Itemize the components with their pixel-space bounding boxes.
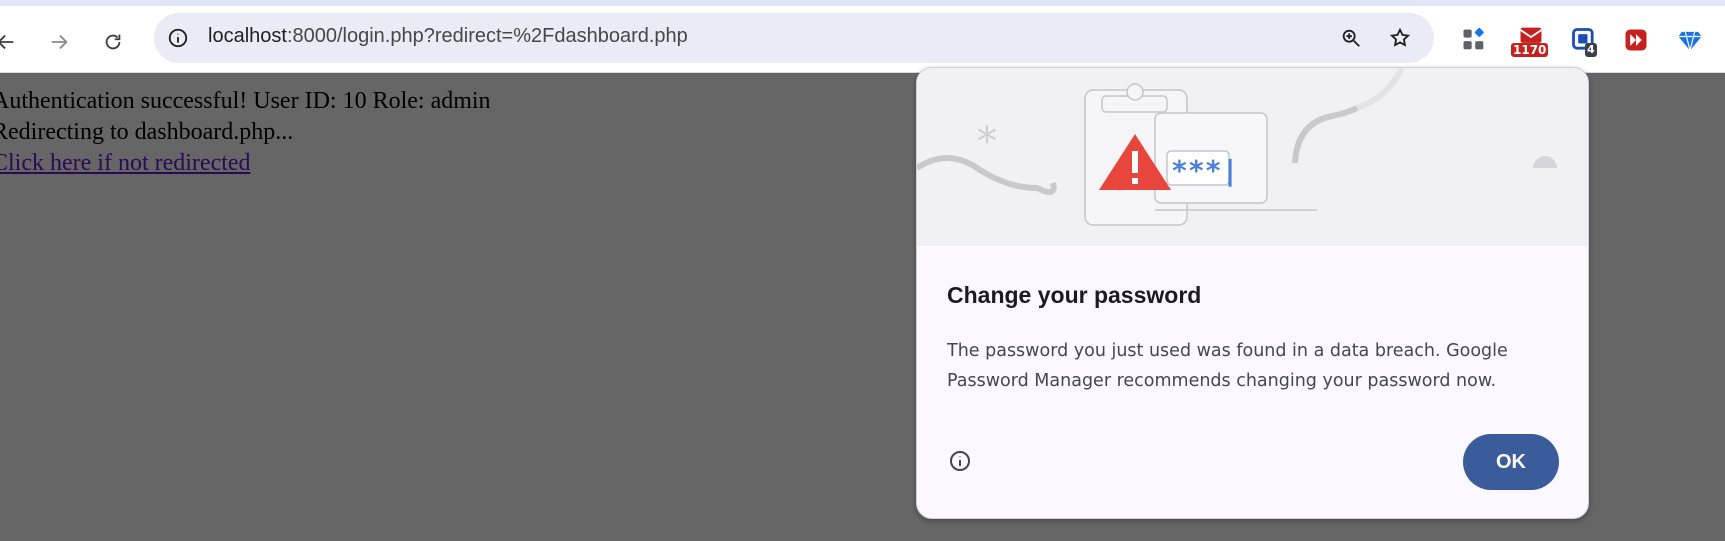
- extension-mail-button[interactable]: 1170: [1510, 23, 1552, 57]
- url-text[interactable]: localhost:8000/login.php?redirect=%2Fdas…: [208, 25, 688, 48]
- password-illustration: * ***|: [917, 68, 1588, 246]
- masked-password: ***|: [1171, 154, 1238, 187]
- page-content: Authentication successful! User ID: 10 R…: [0, 86, 491, 179]
- extension-tabs-button[interactable]: 4: [1567, 23, 1601, 57]
- ok-button[interactable]: OK: [1463, 434, 1559, 490]
- reload-button[interactable]: [95, 24, 131, 60]
- mail-count-badge: 1170: [1511, 43, 1549, 57]
- extension-diamond-button[interactable]: [1673, 23, 1707, 57]
- auth-status-text: Authentication successful! User ID: 10 R…: [0, 88, 491, 114]
- tab-count-badge: 4: [1585, 43, 1597, 57]
- arrow-left-icon: [0, 34, 14, 50]
- browser-toolbar: localhost:8000/login.php?redirect=%2Fdas…: [0, 6, 1725, 73]
- address-bar[interactable]: localhost:8000/login.php?redirect=%2Fdas…: [154, 13, 1434, 63]
- password-breach-dialog: * ***| Change your password The password…: [916, 67, 1589, 519]
- extension-media-button[interactable]: [1619, 23, 1653, 57]
- redirect-text: Redirecting to dashboard.php...: [0, 119, 294, 145]
- reload-icon: [105, 34, 121, 50]
- redirect-link[interactable]: Click here if not redirected: [0, 150, 251, 176]
- extension-apps-button[interactable]: [1457, 23, 1491, 57]
- svg-text:*: *: [977, 119, 997, 165]
- back-button[interactable]: [0, 24, 24, 60]
- url-host: localhost: [208, 25, 287, 47]
- forward-button[interactable]: [41, 24, 77, 60]
- bookmark-button[interactable]: [1385, 23, 1415, 53]
- apps-grid-icon: [1463, 27, 1484, 50]
- info-icon: [168, 28, 188, 48]
- fast-forward-icon: [1625, 29, 1647, 51]
- arrow-right-icon: [51, 34, 68, 50]
- diamond-icon: [1678, 31, 1702, 51]
- star-icon: [1389, 27, 1411, 47]
- zoom-button[interactable]: [1336, 23, 1366, 53]
- dialog-info-button[interactable]: [945, 446, 975, 476]
- url-path: :8000/login.php?redirect=%2Fdashboard.ph…: [286, 25, 688, 47]
- dialog-title: Change your password: [947, 282, 1202, 308]
- info-icon: [950, 451, 970, 471]
- zoom-in-icon: [1342, 29, 1360, 47]
- site-info-button[interactable]: [163, 23, 193, 53]
- clipboard-warning-icon: * ***|: [917, 68, 1557, 226]
- dialog-body: The password you just used was found in …: [947, 341, 1508, 391]
